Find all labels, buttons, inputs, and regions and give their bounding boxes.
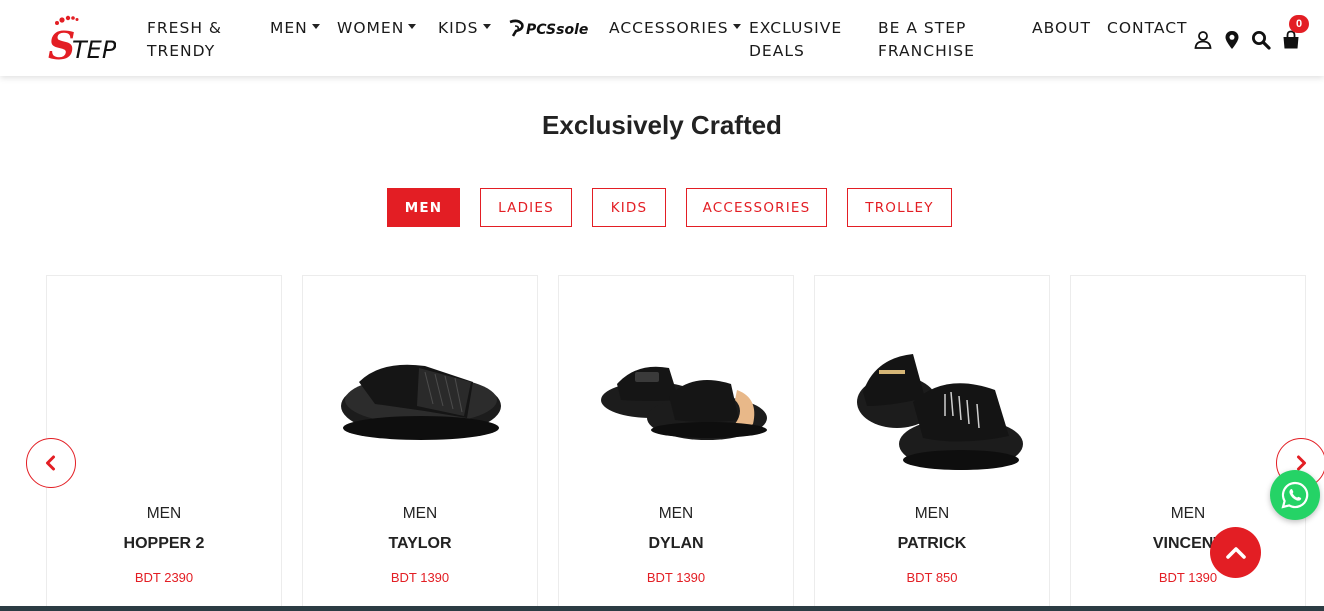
product-price: BDT 1390: [1158, 570, 1218, 585]
whatsapp-icon: [1281, 481, 1309, 509]
site-header: S TEP FRESH & TRENDY MEN WOMEN KIDS PCSs…: [0, 0, 1324, 76]
search-icon[interactable]: [1251, 30, 1271, 50]
nav-franchise-line1: BE A STEP: [878, 19, 967, 37]
product-price: BDT 1390: [390, 570, 450, 585]
product-category: MEN: [914, 505, 950, 522]
product-image[interactable]: [833, 306, 1033, 496]
chevron-down-icon: [311, 24, 320, 29]
footer-strip: [0, 606, 1324, 611]
product-image[interactable]: [577, 306, 777, 496]
product-price: BDT 1390: [646, 570, 706, 585]
location-pin-icon[interactable]: [1222, 30, 1242, 50]
nav-contact[interactable]: CONTACT: [1107, 17, 1188, 40]
cart-count-badge: 0: [1289, 15, 1309, 33]
product-price: BDT 2390: [134, 570, 194, 585]
nav-accessories[interactable]: ACCESSORIES: [609, 17, 741, 40]
tab-men[interactable]: MEN: [387, 188, 460, 227]
product-name[interactable]: TAYLOR: [303, 535, 537, 553]
tab-accessories[interactable]: ACCESSORIES: [686, 188, 827, 227]
product-price: BDT 850: [906, 570, 958, 585]
product-image[interactable]: [321, 306, 521, 496]
step-logo[interactable]: S TEP: [46, 14, 116, 64]
nav-accessories-label: ACCESSORIES: [609, 19, 729, 37]
product-image[interactable]: [1089, 306, 1289, 496]
product-category: MEN: [658, 505, 694, 522]
nav-exclusive-line1: EXCLUSIVE: [749, 19, 843, 37]
product-image[interactable]: [65, 306, 265, 496]
nav-contact-label: CONTACT: [1107, 19, 1188, 37]
whatsapp-button[interactable]: [1270, 470, 1320, 520]
nav-franchise[interactable]: BE A STEP FRANCHISE: [878, 17, 975, 63]
product-name[interactable]: VINCENT: [1071, 535, 1305, 553]
nav-fresh-line2: TRENDY: [147, 42, 216, 60]
product-name[interactable]: DYLAN: [559, 535, 793, 553]
product-category: MEN: [1170, 505, 1206, 522]
product-name[interactable]: HOPPER 2: [47, 535, 281, 553]
product-card[interactable]: MEN DYLAN BDT 1390: [558, 275, 794, 611]
product-name[interactable]: PATRICK: [815, 535, 1049, 553]
chevron-right-icon: [1297, 455, 1306, 471]
nav-exclusive-line2: DEALS: [749, 42, 805, 60]
tab-ladies[interactable]: LADIES: [480, 188, 572, 227]
pcs-logo-text: PCSsole: [526, 22, 588, 38]
user-icon[interactable]: [1193, 30, 1213, 50]
chevron-left-icon: [46, 455, 55, 471]
tab-trolley[interactable]: TROLLEY: [847, 188, 952, 227]
product-card[interactable]: MEN TAYLOR BDT 1390: [302, 275, 538, 611]
back-to-top-button[interactable]: [1210, 527, 1261, 578]
nav-fresh-trendy[interactable]: FRESH & TRENDY: [147, 17, 222, 63]
product-card[interactable]: MEN HOPPER 2 BDT 2390: [46, 275, 282, 611]
chevron-down-icon: [482, 24, 491, 29]
chevron-up-icon: [1225, 546, 1246, 559]
product-card[interactable]: MEN VINCENT BDT 1390: [1070, 275, 1306, 611]
section-title: Exclusively Crafted: [542, 110, 782, 140]
nav-women-label: WOMEN: [337, 19, 405, 37]
nav-fresh-line1: FRESH &: [147, 19, 222, 37]
product-category: MEN: [402, 505, 438, 522]
nav-women[interactable]: WOMEN: [337, 17, 417, 40]
carousel-prev-button[interactable]: [26, 438, 76, 488]
nav-men-label: MEN: [270, 19, 308, 37]
nav-exclusive-deals[interactable]: EXCLUSIVE DEALS: [749, 17, 842, 63]
nav-kids-label: KIDS: [438, 19, 479, 37]
chevron-down-icon: [408, 24, 417, 29]
product-card[interactable]: MEN PATRICK BDT 850: [814, 275, 1050, 611]
nav-kids[interactable]: KIDS: [438, 17, 491, 40]
tab-kids[interactable]: KIDS: [592, 188, 666, 227]
pcs-sole-logo[interactable]: PCSsole: [506, 18, 590, 40]
shopping-bag-icon[interactable]: [1281, 30, 1301, 50]
nav-franchise-line2: FRANCHISE: [878, 42, 975, 60]
chevron-down-icon: [732, 24, 741, 29]
product-category: MEN: [146, 505, 182, 522]
nav-about-label: ABOUT: [1032, 19, 1091, 37]
nav-men[interactable]: MEN: [270, 17, 320, 40]
svg-text:TEP: TEP: [72, 36, 116, 64]
nav-about[interactable]: ABOUT: [1032, 17, 1091, 40]
